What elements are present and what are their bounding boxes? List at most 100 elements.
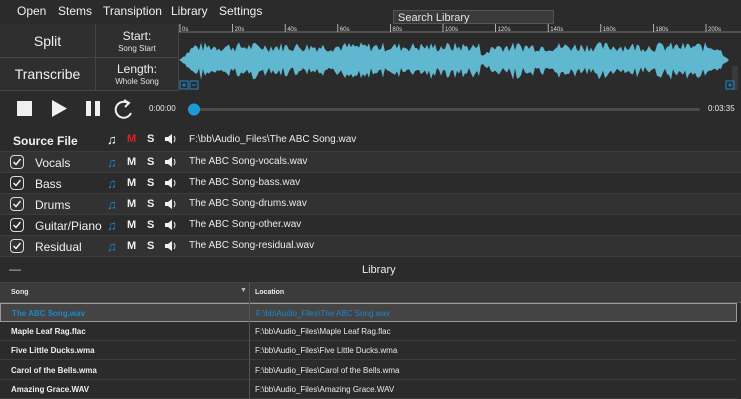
length-label: Length:: [116, 62, 158, 76]
search-input[interactable]: Search Library: [393, 10, 554, 24]
seek-track[interactable]: [194, 108, 700, 111]
length-value: Whole Song: [115, 77, 159, 86]
library-row[interactable]: Carol of the Bells.wma F:\bb\Audio_Files…: [0, 361, 737, 380]
library-location: F:\bb\Audio_Files\Carol of the Bells.wma: [255, 365, 400, 375]
seek-thumb[interactable]: [188, 103, 200, 116]
track-file: The ABC Song-vocals.wav: [189, 156, 308, 167]
library-location: F:\bb\Audio_Files\Five Little Ducks.wma: [255, 346, 398, 356]
library-song: The ABC Song.wav: [12, 309, 86, 318]
play-icon[interactable]: [52, 100, 67, 117]
library-title: Library: [362, 264, 396, 276]
zoom-in-icon[interactable]: [179, 80, 189, 90]
note-icon[interactable]: ♫: [107, 132, 117, 147]
library-location: F:\bb\Audio_Files\Maple Leaf Rag.flac: [255, 327, 391, 337]
solo-button[interactable]: S: [147, 133, 154, 145]
current-time: 0:00:00: [149, 104, 176, 113]
transcribe-label: Transcribe: [14, 66, 81, 82]
pause-icon[interactable]: [86, 101, 100, 116]
library-row[interactable]: Five Little Ducks.wma F:\bb\Audio_Files\…: [0, 341, 737, 361]
waveform-shape: [179, 42, 729, 80]
library-song: Amazing Grace.WAV: [11, 384, 90, 394]
library-row[interactable]: Amazing Grace.WAV F:\bb\Audio_Files\Amaz…: [0, 380, 737, 399]
track-checkbox[interactable]: [10, 218, 24, 232]
waveform-view[interactable]: 0s 20s 40s 60s 80s 100s 120s 140s 160s 180s 200s: [179, 24, 741, 91]
mute-button[interactable]: M: [127, 177, 136, 189]
library-song: Carol of the Bells.wma: [11, 365, 97, 375]
library-song: Five Little Ducks.wma: [11, 346, 95, 356]
loop-icon[interactable]: [114, 99, 132, 119]
start-value: Song Start: [118, 43, 156, 53]
mute-button[interactable]: M: [127, 198, 136, 210]
source-label: Source File: [13, 134, 78, 148]
zoom-out-icon[interactable]: [189, 80, 199, 90]
note-icon[interactable]: ♫: [107, 155, 117, 170]
track-checkbox[interactable]: [10, 239, 24, 253]
menu-transcription[interactable]: Transiption: [103, 4, 162, 18]
source-row: Source File ♫ M S F:\bb\Audio_Files\The …: [0, 128, 741, 152]
solo-button[interactable]: S: [147, 198, 154, 210]
length-selector[interactable]: Length: Whole Song: [96, 58, 179, 91]
library-row[interactable]: Maple Leaf Rag.flac F:\bb\Audio_Files\Ma…: [0, 322, 737, 342]
track-name: Bass: [35, 177, 62, 191]
solo-button[interactable]: S: [147, 219, 154, 231]
solo-button[interactable]: S: [147, 156, 154, 168]
track-name: Guitar/Piano: [35, 219, 102, 233]
track-row: Drums ♫ M S The ABC Song-drums.wav: [0, 194, 741, 215]
collapse-library-button[interactable]: —: [9, 262, 21, 276]
split-label: Split: [33, 32, 62, 49]
track-row: Bass ♫ M S The ABC Song-bass.wav: [0, 173, 741, 194]
track-file: The ABC Song-residual.wav: [189, 240, 315, 251]
speaker-icon[interactable]: [164, 240, 178, 252]
note-icon[interactable]: ♫: [107, 197, 117, 212]
solo-button[interactable]: S: [147, 240, 154, 252]
speaker-icon[interactable]: [164, 133, 178, 145]
speaker-icon[interactable]: [164, 219, 178, 231]
mute-button[interactable]: M: [127, 133, 136, 145]
split-button[interactable]: Split: [0, 24, 96, 58]
library-header: — Library: [0, 258, 741, 283]
library-column-headers: Song ▼ Location: [0, 283, 741, 303]
track-checkbox[interactable]: [10, 197, 24, 211]
menu-settings[interactable]: Settings: [219, 4, 262, 18]
library-location: F:\bb\Audio_Files\The ABC Song.wav: [256, 309, 390, 318]
column-location[interactable]: Location: [255, 289, 284, 296]
library-location: F:\bb\Audio_Files\Amazing Grace.WAV: [255, 384, 395, 394]
source-path: F:\bb\Audio_Files\The ABC Song.wav: [189, 134, 357, 145]
column-song[interactable]: Song: [11, 289, 29, 296]
stop-icon[interactable]: [17, 101, 32, 116]
track-row: Residual ♫ M S The ABC Song-residual.wav: [0, 236, 741, 257]
speaker-icon[interactable]: [164, 177, 178, 189]
start-selector[interactable]: Start: Song Start: [96, 24, 179, 58]
menu-open[interactable]: Open: [17, 4, 46, 18]
waveform-canvas: 0s 20s 40s 60s 80s 100s 120s 140s 160s 180s 200s: [179, 24, 741, 90]
solo-button[interactable]: S: [147, 177, 154, 189]
menu-library[interactable]: Library: [171, 4, 208, 18]
mute-button[interactable]: M: [127, 240, 136, 252]
transcribe-button[interactable]: Transcribe: [0, 58, 96, 91]
library-row[interactable]: The ABC Song.wav F:\bb\Audio_Files\The A…: [0, 303, 737, 322]
library-song: Maple Leaf Rag.flac: [11, 327, 86, 337]
track-file: The ABC Song-other.wav: [189, 219, 302, 230]
note-icon[interactable]: ♫: [107, 239, 117, 254]
menu-bar: Open Stems Transiption Library Settings …: [0, 0, 741, 24]
track-name: Vocals: [35, 156, 71, 170]
mute-button[interactable]: M: [127, 219, 136, 231]
track-name: Drums: [35, 198, 71, 212]
transport-bar: 0:00:00 0:03:35: [0, 91, 741, 128]
waveform-scrollbar[interactable]: [732, 66, 738, 90]
column-divider: [249, 283, 250, 399]
speaker-icon[interactable]: [164, 198, 178, 210]
speaker-icon[interactable]: [164, 156, 178, 168]
menu-stems[interactable]: Stems: [58, 4, 92, 18]
total-time: 0:03:35: [708, 104, 735, 113]
note-icon[interactable]: ♫: [107, 176, 117, 191]
sort-arrow-icon[interactable]: ▼: [240, 287, 247, 294]
track-row: Vocals ♫ M S The ABC Song-vocals.wav: [0, 152, 741, 173]
mute-button[interactable]: M: [127, 156, 136, 168]
note-icon[interactable]: ♫: [107, 218, 117, 233]
track-row: Guitar/Piano ♫ M S The ABC Song-other.wa…: [0, 215, 741, 236]
track-name: Residual: [35, 240, 82, 254]
track-checkbox[interactable]: [10, 155, 24, 169]
track-file: The ABC Song-drums.wav: [189, 198, 307, 209]
track-checkbox[interactable]: [10, 176, 24, 190]
